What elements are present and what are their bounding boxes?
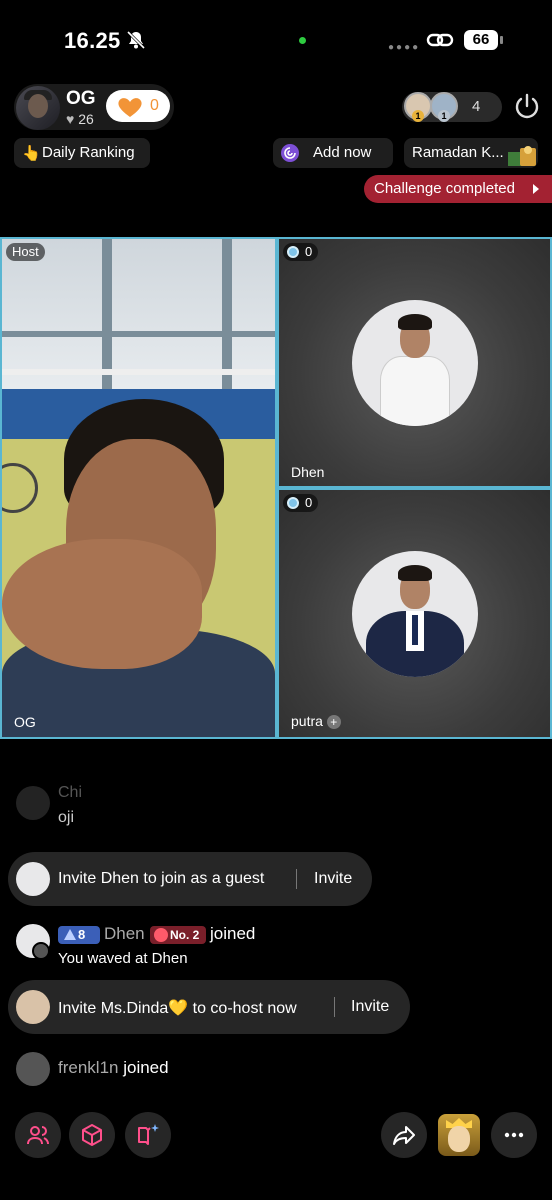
gift-face [448, 1126, 470, 1152]
battery-icon: 66 [464, 30, 498, 50]
clock-badge-icon [154, 928, 168, 942]
link-icon [426, 33, 454, 47]
invite-guest-button[interactable]: Invite [314, 870, 352, 888]
bell-slash-icon [126, 30, 146, 50]
clock: 16.25 [64, 28, 121, 53]
join-text: joined [210, 924, 256, 943]
waved-text: You waved at Dhen [58, 950, 188, 967]
more-icon [504, 1132, 524, 1138]
plus-icon[interactable]: + [326, 715, 341, 729]
chat-name-faded: Chi [58, 784, 83, 801]
viewer-rank-badge: 1 [412, 110, 424, 122]
share-button[interactable] [381, 1112, 427, 1158]
challenge-completed-banner[interactable]: Challenge completed [364, 175, 552, 203]
guest-tile-dhen[interactable]: 0 Dhen [277, 237, 552, 488]
avatar-face [28, 94, 48, 118]
divider [296, 869, 297, 889]
guest-tile-putra[interactable]: 0 putra + [277, 488, 552, 739]
like-button-count: 0 [150, 97, 159, 114]
gem-icon [287, 497, 299, 509]
join-message: frenkl1n joined [58, 1058, 169, 1078]
chat-avatar[interactable] [16, 786, 50, 820]
divider [334, 997, 335, 1017]
orange-heart-icon [118, 98, 142, 117]
chat-message: oji [58, 809, 75, 826]
host-video-tile[interactable]: Host OG [0, 237, 277, 739]
guest-name: Dhen [291, 464, 325, 480]
ceiling-scene [2, 239, 275, 399]
challenge-label: Challenge completed [374, 180, 515, 197]
avatar-shirt [380, 356, 450, 426]
people-icon [27, 1126, 49, 1145]
gem-count: 0 [305, 244, 313, 259]
wave-icon [32, 942, 50, 960]
invite-cohost-button[interactable]: Invite [351, 998, 389, 1016]
join-username: Dhen [104, 924, 145, 943]
daily-ranking-label: Daily Ranking [42, 144, 135, 161]
power-icon[interactable] [512, 92, 542, 122]
book-button[interactable] [125, 1112, 171, 1158]
ceiling-beam [2, 369, 275, 375]
invite-guest-text: Invite Dhen to join as a guest [58, 870, 265, 887]
add-now-label: Add now [313, 144, 372, 161]
video-grid: Host OG 0 Dhen 0 putra + [0, 237, 552, 739]
signal-dots-icon: ●●●● [388, 42, 421, 53]
ceiling-beam [102, 239, 112, 399]
chat-avatar-frenk[interactable] [16, 1052, 50, 1086]
avatar-tie [412, 615, 418, 645]
host-tile-name: OG [14, 714, 36, 730]
gem-count: 0 [305, 495, 313, 510]
viewer-rank-badge: 1 [438, 110, 450, 122]
host-likes: ♥ 26 [66, 111, 94, 127]
host-likes-count: 26 [78, 111, 94, 127]
people-button[interactable] [15, 1112, 61, 1158]
viewer-count: 4 [472, 98, 481, 115]
guest-name: putra + [285, 712, 347, 730]
host-avatar[interactable] [16, 86, 60, 130]
join-name: Dhen [104, 924, 145, 944]
invite-cohost-text: Invite Ms.Dinda💛 to co-host now [58, 1000, 297, 1017]
invite-avatar-dinda [16, 990, 50, 1024]
join-text: joined [123, 1058, 169, 1077]
box-icon [82, 1124, 102, 1146]
hand-icon: 👆 [22, 145, 41, 162]
guest-avatar [352, 300, 478, 426]
status-bar: 16.25 ●●●● 66 [0, 0, 552, 80]
more-button[interactable] [491, 1112, 537, 1158]
heart-icon: ♥ [66, 111, 75, 127]
guest-name-text: putra [291, 713, 323, 729]
avatar-hair [398, 565, 432, 581]
camera-dot-icon [299, 37, 306, 44]
ceiling-beam [222, 239, 232, 399]
host-name: OG [66, 88, 96, 109]
host-tag: Host [6, 243, 45, 261]
box-button[interactable] [69, 1112, 115, 1158]
ramadan-label: Ramadan K... [412, 144, 504, 161]
level-triangle-icon [64, 929, 76, 940]
gem-icon [287, 246, 299, 258]
spiral-icon [281, 144, 299, 162]
join-username: frenkl1n [58, 1058, 119, 1077]
ceiling-beam [2, 331, 275, 337]
share-icon [393, 1126, 415, 1145]
person-hand [2, 539, 202, 669]
chevron-right-icon [533, 184, 539, 194]
ramadan-gift-icon [508, 146, 536, 166]
gift-button[interactable] [438, 1114, 480, 1156]
battery-tip [500, 36, 503, 44]
invite-avatar-dhen [16, 862, 50, 896]
guest-avatar [352, 551, 478, 677]
avatar-hair [398, 314, 432, 330]
sparkle-book-icon [138, 1124, 159, 1145]
